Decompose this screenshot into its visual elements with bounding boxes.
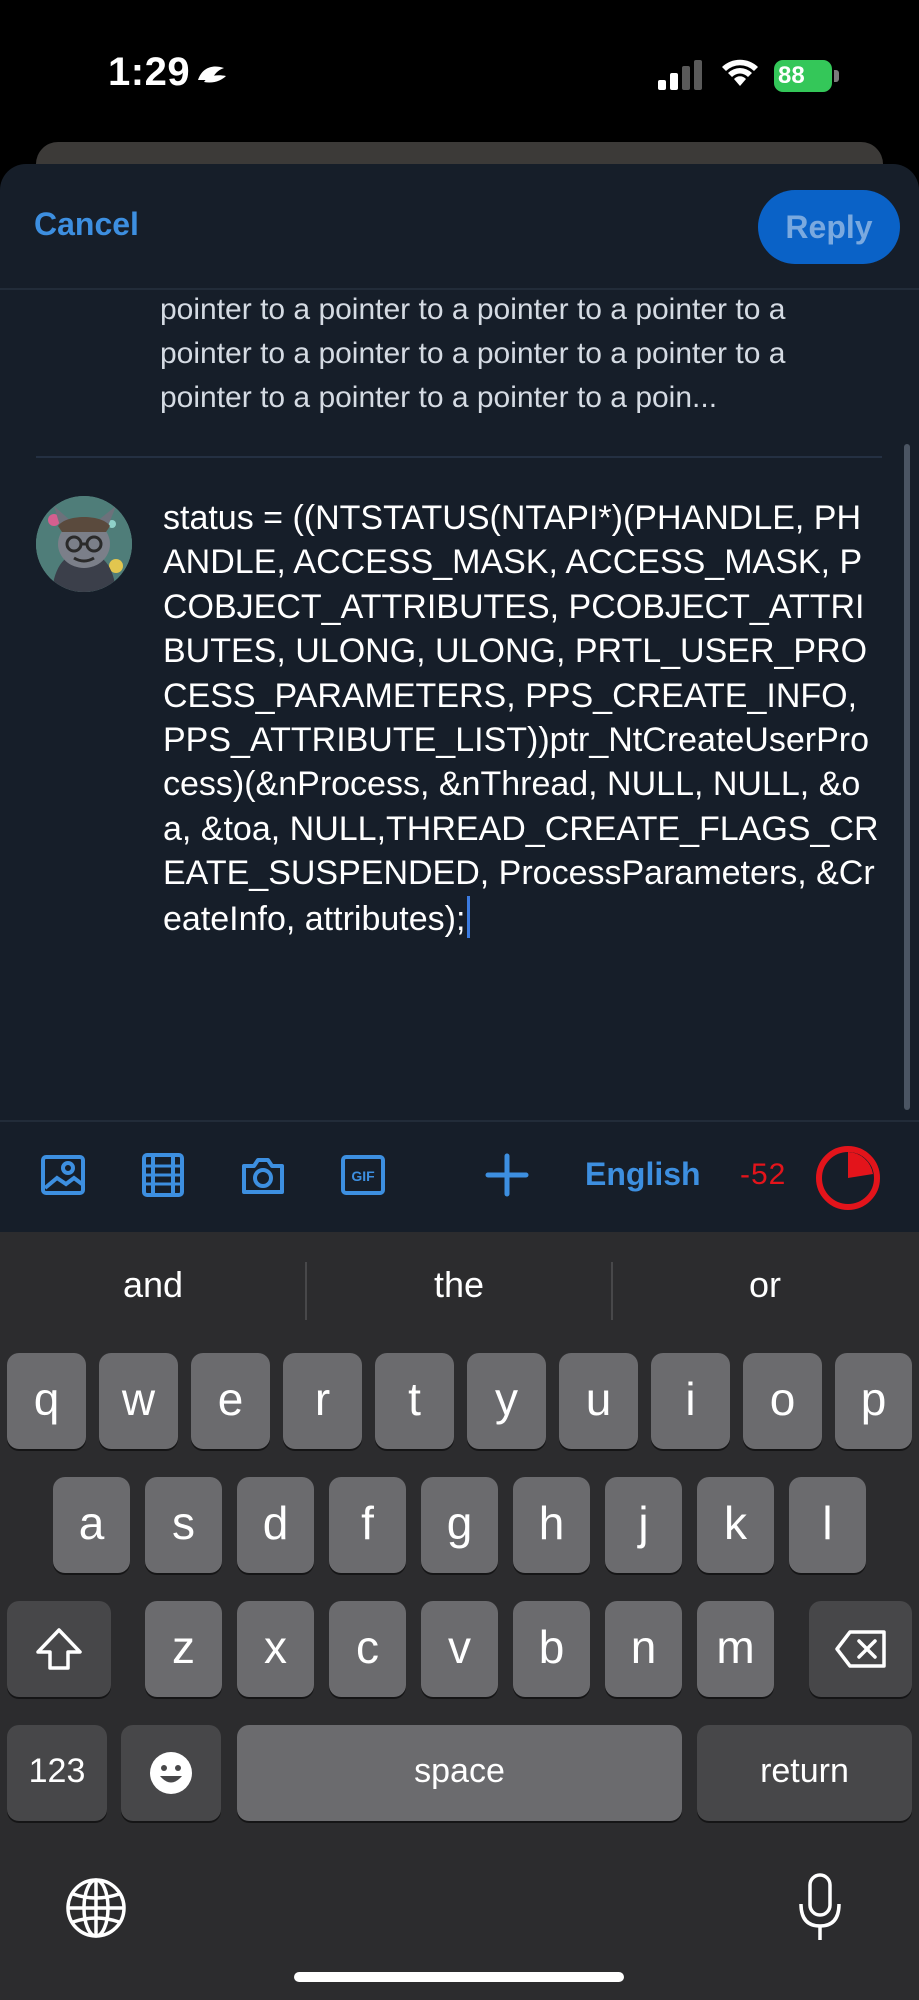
key-q[interactable]: q xyxy=(7,1353,86,1449)
compose-sheet: Cancel Reply pointer to a pointer to a p… xyxy=(0,164,919,1234)
reply-text-input[interactable]: status = ((NTSTATUS(NTAPI*)(PHANDLE, PHA… xyxy=(163,496,883,941)
key-s[interactable]: s xyxy=(145,1477,222,1573)
shift-icon xyxy=(36,1628,82,1670)
cancel-button[interactable]: Cancel xyxy=(34,206,139,243)
key-z[interactable]: z xyxy=(145,1601,222,1697)
globe-icon[interactable] xyxy=(64,1876,128,1940)
scrollbar[interactable] xyxy=(904,444,910,1110)
status-bar: 1:29 88 xyxy=(0,0,919,150)
gif-icon[interactable]: GIF xyxy=(340,1152,386,1198)
key-t[interactable]: t xyxy=(375,1353,454,1449)
sleep-focus-icon xyxy=(198,66,226,83)
reply-button[interactable]: Reply xyxy=(758,190,900,264)
key-l[interactable]: l xyxy=(789,1477,866,1573)
space-key[interactable]: space xyxy=(237,1725,682,1821)
key-h[interactable]: h xyxy=(513,1477,590,1573)
battery-level: 88 xyxy=(778,62,805,89)
key-d[interactable]: d xyxy=(237,1477,314,1573)
camera-icon[interactable] xyxy=(240,1152,286,1198)
key-u[interactable]: u xyxy=(559,1353,638,1449)
compose-toolbar: GIF English -52 xyxy=(0,1122,919,1232)
key-j[interactable]: j xyxy=(605,1477,682,1573)
suggestion-item[interactable]: or xyxy=(612,1264,918,1306)
home-indicator[interactable] xyxy=(294,1972,624,1982)
key-c[interactable]: c xyxy=(329,1601,406,1697)
delete-key[interactable] xyxy=(809,1601,912,1697)
reply-text: status = ((NTSTATUS(NTAPI*)(PHANDLE, PHA… xyxy=(163,499,879,938)
key-w[interactable]: w xyxy=(99,1353,178,1449)
image-icon[interactable] xyxy=(40,1152,86,1198)
status-time: 1:29 xyxy=(108,50,191,94)
key-f[interactable]: f xyxy=(329,1477,406,1573)
quote-divider xyxy=(36,456,882,458)
key-n[interactable]: n xyxy=(605,1601,682,1697)
key-b[interactable]: b xyxy=(513,1601,590,1697)
battery-indicator: 88 xyxy=(774,60,840,92)
key-a[interactable]: a xyxy=(53,1477,130,1573)
key-i[interactable]: i xyxy=(651,1353,730,1449)
key-x[interactable]: x xyxy=(237,1601,314,1697)
emoji-key[interactable] xyxy=(121,1725,221,1821)
return-key[interactable]: return xyxy=(697,1725,912,1821)
key-e[interactable]: e xyxy=(191,1353,270,1449)
character-limit-ring-icon xyxy=(816,1146,880,1210)
key-v[interactable]: v xyxy=(421,1601,498,1697)
numbers-key[interactable]: 123 xyxy=(7,1725,107,1821)
suggestion-item[interactable]: the xyxy=(306,1264,612,1306)
plus-icon[interactable] xyxy=(484,1152,530,1198)
language-selector[interactable]: English xyxy=(585,1156,701,1193)
battery-tip xyxy=(834,70,839,82)
microphone-icon[interactable] xyxy=(796,1872,844,1944)
video-icon[interactable] xyxy=(140,1152,186,1198)
key-o[interactable]: o xyxy=(743,1353,822,1449)
suggestion-bar: and the or xyxy=(0,1232,919,1352)
key-y[interactable]: y xyxy=(467,1353,546,1449)
key-p[interactable]: p xyxy=(835,1353,912,1449)
backspace-icon xyxy=(834,1630,886,1668)
quoted-post: pointer to a pointer to a pointer to a p… xyxy=(160,290,880,460)
avatar-illustration xyxy=(36,496,132,592)
cellular-signal-icon xyxy=(658,60,702,90)
keyboard: and the or q w e r t y u i o p a s d f g… xyxy=(0,1232,919,2000)
key-m[interactable]: m xyxy=(697,1601,774,1697)
key-g[interactable]: g xyxy=(421,1477,498,1573)
wifi-icon xyxy=(722,59,758,86)
svg-text:GIF: GIF xyxy=(351,1168,375,1184)
suggestion-item[interactable]: and xyxy=(0,1264,306,1306)
emoji-icon xyxy=(150,1752,192,1794)
key-k[interactable]: k xyxy=(697,1477,774,1573)
key-r[interactable]: r xyxy=(283,1353,362,1449)
shift-key[interactable] xyxy=(7,1601,111,1697)
avatar xyxy=(36,496,132,592)
quoted-post-text: pointer to a pointer to a pointer to a p… xyxy=(160,293,786,414)
text-cursor xyxy=(467,895,471,938)
character-count: -52 xyxy=(740,1158,787,1191)
